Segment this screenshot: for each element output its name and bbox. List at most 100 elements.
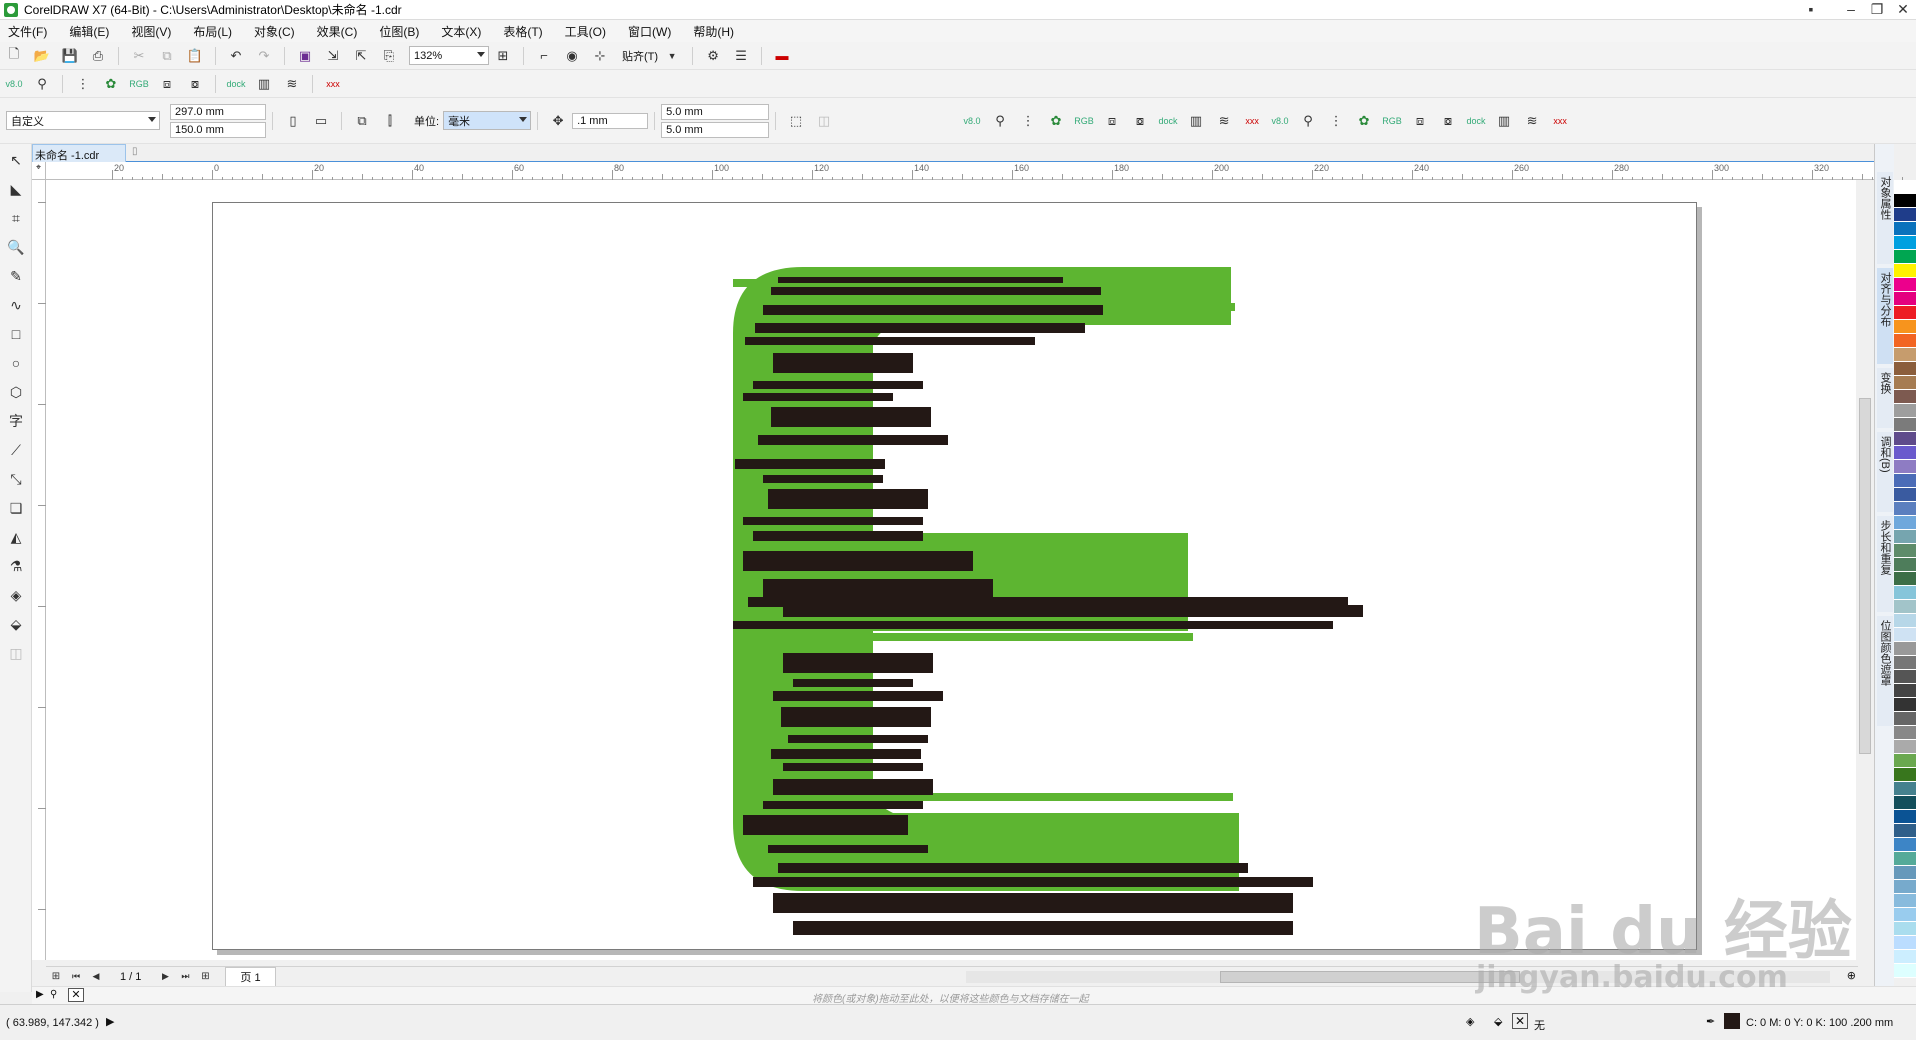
palette-swatch[interactable] [1894,418,1916,432]
palette-swatch[interactable] [1894,362,1916,376]
menu-object[interactable]: 对象(C) [254,23,295,40]
connector-tool-icon[interactable]: ⤡ [3,466,29,492]
palette-swatch[interactable] [1894,222,1916,236]
open-folder-icon[interactable]: 📂 [31,45,53,67]
palette-swatch[interactable] [1894,908,1916,922]
palette-swatch[interactable] [1894,768,1916,782]
macro-stack-icon[interactable]: ≋ [281,73,303,95]
zoom-tool-icon[interactable]: 🔍 [3,234,29,260]
palette-swatch[interactable] [1894,502,1916,516]
menu-window[interactable]: 窗口(W) [628,23,671,40]
new-tab-icon[interactable]: ▯ [132,146,138,157]
palette-swatch[interactable] [1894,852,1916,866]
show-rulers-icon[interactable]: ⌐ [533,45,555,67]
macro-shape-icon[interactable]: ✿ [1353,110,1375,132]
palette-swatch[interactable] [1894,544,1916,558]
palette-swatch[interactable] [1894,446,1916,460]
palette-swatch[interactable] [1894,950,1916,964]
macro-copy-icon[interactable]: ⧈ [156,73,178,95]
macro-page-icon[interactable]: ⧇ [1129,110,1151,132]
text-tool-icon[interactable]: 字 [3,408,29,434]
palette-swatch[interactable] [1894,936,1916,950]
macro-barcode-icon[interactable]: ▥ [1493,110,1515,132]
previous-page-icon[interactable]: ◀ [89,966,103,988]
palette-swatch[interactable] [1894,432,1916,446]
macro-shape-icon[interactable]: ✿ [100,73,122,95]
export-icon[interactable]: ⇱ [350,45,372,67]
page-preset-combo[interactable]: 自定义 [6,111,160,130]
fill-bucket-icon[interactable]: ⬙ [1494,1015,1502,1028]
palette-swatch[interactable] [1894,866,1916,880]
macro-tool-icon[interactable]: ⚲ [989,110,1011,132]
palette-swatch[interactable] [1894,516,1916,530]
shape-tool-icon[interactable]: ◣ [3,176,29,202]
first-page-icon[interactable]: ⏮ [69,966,83,988]
macro-dock-icon[interactable]: dock [1157,110,1179,132]
menu-view[interactable]: 视图(V) [131,23,171,40]
palette-swatch[interactable] [1894,824,1916,838]
palette-swatch[interactable] [1894,404,1916,418]
palette-swatch[interactable] [1894,348,1916,362]
undo-icon[interactable]: ↶ [225,45,247,67]
color-dock-arrow-icon[interactable]: ▶ [36,989,44,1000]
palette-swatch[interactable] [1894,656,1916,670]
guidelines-icon[interactable]: ⊹ [589,45,611,67]
macro-tool-icon[interactable]: ⚲ [31,73,53,95]
toolbox-more-icon[interactable]: ◫ [3,640,29,666]
palette-swatch[interactable] [1894,600,1916,614]
document-tab[interactable]: 未命名 -1.cdr [32,144,126,162]
palette-swatch[interactable] [1894,670,1916,684]
macro-stack-icon[interactable]: ≋ [1213,110,1235,132]
parallel-dimension-tool-icon[interactable]: ⟋ [3,437,29,463]
menu-file[interactable]: 文件(F) [8,23,47,40]
palette-swatch[interactable] [1894,390,1916,404]
docker-tab-transform[interactable]: 变换 [1877,368,1893,428]
search-content-icon[interactable]: ▣ [294,45,316,67]
docker-tab-object-properties[interactable]: 对象属性 [1877,172,1893,264]
drawing-page[interactable] [212,202,1697,950]
macro-align-icon[interactable]: ⋮ [1325,110,1347,132]
rectangle-tool-icon[interactable]: □ [3,321,29,347]
palette-swatch[interactable] [1894,292,1916,306]
copy-icon[interactable]: ⧉ [156,45,178,67]
menu-help[interactable]: 帮助(H) [693,23,734,40]
palette-swatch[interactable] [1894,964,1916,978]
user-icon[interactable]: ▪ [1796,0,1826,20]
docker-tab-align-distribute[interactable]: 对齐与分布 [1877,268,1893,364]
macro-xxx-icon[interactable]: xxx [322,73,344,95]
freehand-tool-icon[interactable]: ✎ [3,263,29,289]
macro-copy-icon[interactable]: ⧈ [1409,110,1431,132]
page-tab[interactable]: 页 1 [225,967,276,986]
menu-effects[interactable]: 效果(C) [317,23,358,40]
palette-swatch[interactable] [1894,278,1916,292]
new-document-icon[interactable]: 🗋 [3,45,25,67]
zoom-level-combo[interactable]: 132% [409,46,489,65]
palette-swatch[interactable] [1894,586,1916,600]
color-eyedropper-tool-icon[interactable]: ⚗ [3,553,29,579]
interactive-fill-tool-icon[interactable]: ◈ [3,582,29,608]
palette-swatch[interactable] [1894,698,1916,712]
pick-tool-icon[interactable]: ↖ [3,147,29,173]
next-page-icon[interactable]: ▶ [158,966,172,988]
menu-edit[interactable]: 编辑(E) [69,23,109,40]
crop-tool-icon[interactable]: ⌗ [3,205,29,231]
options-icon[interactable]: ⚙ [702,45,724,67]
palette-swatch[interactable] [1894,796,1916,810]
palette-swatch[interactable] [1894,208,1916,222]
macro-tool-icon[interactable]: ⚲ [1297,110,1319,132]
palette-swatch[interactable] [1894,894,1916,908]
macro-shape-icon[interactable]: ✿ [1045,110,1067,132]
fill-tool-icon[interactable]: ◈ [1466,1015,1474,1028]
palette-swatch[interactable] [1894,306,1916,320]
ruler-origin-icon[interactable]: ⌖ [32,162,46,180]
welcome-screen-icon[interactable]: ▬ [771,45,793,67]
palette-swatch[interactable] [1894,460,1916,474]
macro-align-icon[interactable]: ⋮ [1017,110,1039,132]
landscape-icon[interactable]: ▭ [310,110,332,132]
palette-swatch[interactable] [1894,194,1916,208]
vertical-scroll-thumb[interactable] [1859,398,1871,754]
palette-swatch[interactable] [1894,236,1916,250]
palette-swatch[interactable] [1894,264,1916,278]
app-launcher-icon[interactable]: ☰ [730,45,752,67]
menu-layout[interactable]: 布局(L) [193,23,232,40]
